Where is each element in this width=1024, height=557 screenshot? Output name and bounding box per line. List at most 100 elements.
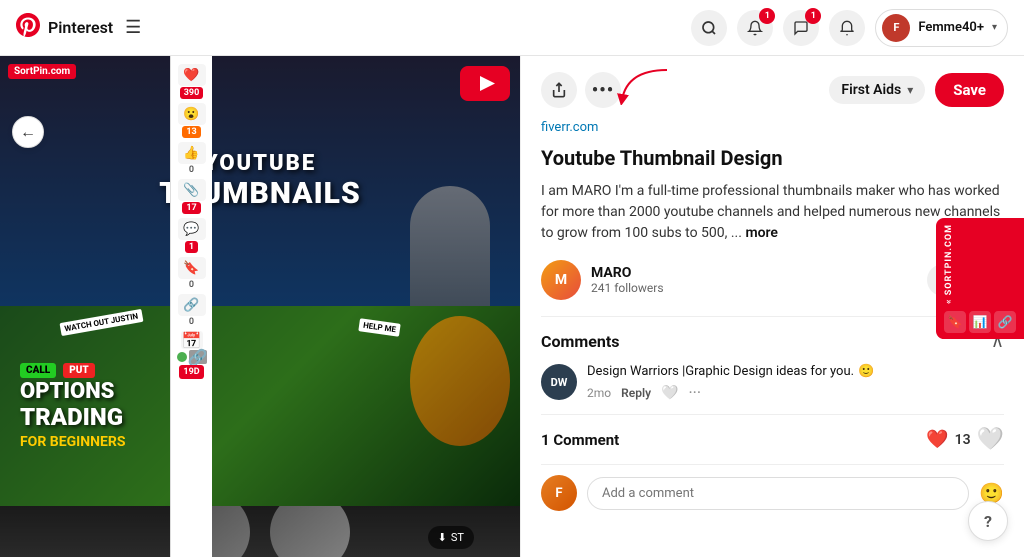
comments-header: Comments ∧: [541, 331, 1004, 352]
comment-time: 2mo: [587, 386, 611, 400]
comment-item: DW Design Warriors |Graphic Design ideas…: [541, 364, 1004, 402]
search-button[interactable]: [691, 10, 727, 46]
sortpin-badge: SortPin.com: [8, 64, 76, 79]
comment-text: Design Warriors |Graphic Design ideas fo…: [587, 364, 1004, 379]
comment-count: 1: [185, 241, 198, 253]
sortpin-right-label: « SORTPIN.COM: [944, 224, 1016, 304]
heart-filled-icon: ❤️: [926, 429, 948, 450]
read-more-link[interactable]: more: [745, 225, 778, 241]
save-heart-button[interactable]: 🤍: [977, 427, 1004, 452]
heart-count: 390: [180, 87, 204, 99]
more-options-button[interactable]: •••: [585, 72, 621, 108]
reaction-heart: ❤️ 390: [178, 64, 206, 99]
pinterest-icon: [16, 13, 40, 43]
pin-image-main: YOUTUBE THUMBNAILS: [0, 56, 520, 306]
download-overlay: ⬇ ST: [428, 526, 474, 549]
comment-meta: 2mo Reply 🤍 ···: [587, 383, 1004, 402]
comment-reaction-icon[interactable]: 💬: [178, 218, 206, 240]
status-dot: [177, 352, 187, 362]
author-info: MARO 241 followers: [591, 265, 927, 295]
link-reaction-icon[interactable]: 🔗: [178, 294, 206, 316]
comment-body: Design Warriors |Graphic Design ideas fo…: [587, 364, 1004, 402]
comment-avatar: DW: [541, 364, 577, 400]
comment-count-bar: 1 Comment ❤️ 13 🤍: [541, 414, 1004, 464]
sortpin-right-bar: « SORTPIN.COM 🔖 📊 🔗: [936, 218, 1024, 340]
comment-like-button[interactable]: 🤍: [661, 385, 678, 401]
notifications-badge: 1: [759, 8, 775, 24]
save-button[interactable]: Save: [935, 73, 1004, 107]
link-count: 0: [189, 317, 194, 327]
commenter-initials: DW: [551, 376, 568, 389]
messages-badge: 1: [805, 8, 821, 24]
commenter-initial: F: [555, 486, 562, 501]
clip-count: 17: [182, 202, 200, 214]
wow-count: 13: [182, 126, 200, 138]
back-icon: ←: [20, 122, 36, 142]
pin-description: I am MARO I'm a full-time professional t…: [541, 181, 1004, 244]
comments-section: Comments ∧ DW Design Warriors |Graphic D…: [541, 316, 1004, 521]
sortpin-right-icons: 🔖 📊 🔗: [944, 311, 1016, 333]
reaction-wow: 😮 13: [178, 103, 206, 138]
reaction-bar: ❤️ 390 😮 13 👍 0 📎 17 💬 1 🔖 0: [170, 56, 212, 557]
clip-reaction-icon[interactable]: 📎: [178, 179, 206, 201]
like-count: 0: [189, 165, 194, 175]
more-options-icon: •••: [592, 80, 614, 101]
reaction-bookmark: 🔖 0: [178, 257, 206, 290]
comment-reply-link[interactable]: Reply: [621, 386, 651, 400]
hamburger-menu[interactable]: ☰: [125, 17, 141, 38]
top-navigation: Pinterest ☰ 1 1 F Femme40+ ▾: [0, 0, 1024, 56]
logo-area: Pinterest ☰: [16, 13, 141, 43]
author-initial: M: [555, 272, 567, 288]
bookmark-reaction-icon[interactable]: 🔖: [178, 257, 206, 279]
sortpin-icon-2[interactable]: 📊: [969, 311, 991, 333]
messages-button[interactable]: 1: [783, 10, 819, 46]
pin-actions-top: ••• First Aids ▾ Save: [541, 72, 1004, 108]
share-button[interactable]: [541, 72, 577, 108]
help-button[interactable]: ?: [968, 501, 1008, 541]
comment-count-text: 1 Comment: [541, 431, 619, 449]
comment-likes: ❤️ 13 🤍: [926, 427, 1004, 452]
comment-input-area: F 🙂: [541, 464, 1004, 521]
comment-input[interactable]: [587, 477, 969, 510]
reaction-link: 🔗 0: [178, 294, 206, 327]
pin-images: YOUTUBE THUMBNAILS CALL PUT OPTIONS: [0, 56, 520, 557]
download-button[interactable]: ⬇ ST: [428, 526, 474, 549]
user-dropdown[interactable]: F Femme40+ ▾: [875, 9, 1008, 47]
chevron-down-icon: ▾: [992, 22, 997, 33]
notifications-button[interactable]: 1: [737, 10, 773, 46]
date-badge: 19D: [179, 365, 203, 379]
board-chevron-icon: ▾: [907, 83, 913, 97]
commenter-avatar: F: [541, 475, 577, 511]
wow-reaction-icon[interactable]: 😮: [178, 103, 206, 125]
link-icon-small: 🔗: [189, 350, 207, 364]
user-avatar-small: F: [882, 14, 910, 42]
app-name: Pinterest: [48, 18, 113, 37]
pin-image-bottom: ⬇ ST: [0, 506, 520, 557]
author-avatar: M: [541, 260, 581, 300]
author-followers: 241 followers: [591, 281, 927, 295]
arrow-annotation: [617, 65, 677, 105]
reaction-clip: 📎 17: [178, 179, 206, 214]
like-reaction-icon[interactable]: 👍: [178, 142, 206, 164]
pin-image-mid: CALL PUT OPTIONS TRADING FOR BEGINNERS W…: [0, 306, 520, 506]
date-icon[interactable]: 📅: [181, 331, 203, 349]
board-selector[interactable]: First Aids ▾: [829, 76, 925, 104]
sortpin-icon-3[interactable]: 🔗: [994, 311, 1016, 333]
sortpin-icon-1[interactable]: 🔖: [944, 311, 966, 333]
bookmark-count: 0: [189, 280, 194, 290]
source-link[interactable]: fiverr.com: [541, 120, 1004, 135]
pin-title: Youtube Thumbnail Design: [541, 145, 1004, 171]
board-name: First Aids: [841, 82, 901, 98]
main-content: SortPin.com ← YOUTUBE THUMBNAILS: [0, 56, 1024, 557]
alerts-button[interactable]: [829, 10, 865, 46]
nav-right-area: 1 1 F Femme40+ ▾: [691, 9, 1008, 47]
back-button[interactable]: ←: [12, 116, 44, 148]
author-name: MARO: [591, 265, 927, 281]
comment-more-button[interactable]: ···: [688, 383, 701, 402]
user-display-name: Femme40+: [918, 20, 984, 35]
likes-count: 13: [955, 432, 971, 448]
heart-reaction-icon[interactable]: ❤️: [178, 64, 206, 86]
left-panel: SortPin.com ← YOUTUBE THUMBNAILS: [0, 56, 520, 557]
pin-author: M MARO 241 followers Follow: [541, 260, 1004, 300]
reaction-comment: 💬 1: [178, 218, 206, 253]
